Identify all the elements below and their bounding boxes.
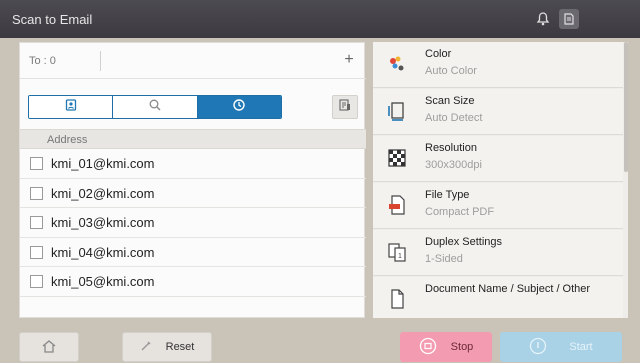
reset-icon — [140, 340, 152, 355]
home-button[interactable] — [19, 332, 79, 362]
stop-button[interactable]: Stop — [400, 332, 492, 362]
address-detail-icon — [338, 98, 352, 117]
color-icon — [385, 52, 409, 76]
home-icon — [41, 339, 57, 356]
setting-color[interactable]: Color Auto Color — [373, 42, 623, 88]
setting-document-name[interactable]: Document Name / Subject / Other — [373, 277, 623, 318]
pdf-file-icon — [385, 193, 409, 217]
setting-value: 1-Sided — [425, 253, 463, 265]
address-checkbox[interactable] — [30, 275, 43, 288]
address-column-label: Address — [47, 134, 88, 146]
bell-icon[interactable] — [532, 8, 554, 30]
start-icon — [529, 337, 547, 358]
start-label: Start — [569, 341, 593, 353]
list-item[interactable]: kmi_04@kmi.com — [20, 238, 366, 267]
reset-button[interactable]: Reset — [122, 332, 212, 362]
address-panel: To : 0 + Address kmi_01@kmi.com kmi_02@k… — [19, 42, 366, 318]
address-book-icon — [64, 98, 78, 117]
document-icon — [385, 287, 409, 311]
settings-scrollbar[interactable] — [624, 42, 628, 172]
setting-duplex[interactable]: 1 Duplex Settings 1-Sided — [373, 230, 623, 276]
setting-value: Auto Color — [425, 65, 477, 77]
address-checkbox[interactable] — [30, 157, 43, 170]
destination-count: To : 0 — [29, 55, 56, 67]
list-item[interactable]: kmi_05@kmi.com — [20, 267, 366, 297]
setting-name: Document Name / Subject / Other — [425, 283, 591, 295]
title-bar: Scan to Email — [0, 0, 640, 38]
reset-label: Reset — [165, 341, 195, 353]
list-item[interactable]: kmi_02@kmi.com — [20, 179, 366, 208]
tab-history[interactable] — [197, 96, 281, 118]
setting-value: 300x300dpi — [425, 159, 482, 171]
setting-scan-size[interactable]: Scan Size Auto Detect — [373, 89, 623, 135]
setting-name: Color — [425, 48, 452, 60]
address-email: kmi_04@kmi.com — [51, 244, 155, 260]
clock-icon — [232, 98, 246, 117]
search-icon — [148, 98, 162, 117]
address-email: kmi_02@kmi.com — [51, 185, 155, 201]
destination-field[interactable]: To : 0 + — [20, 43, 366, 79]
resolution-icon — [385, 146, 409, 170]
setting-resolution[interactable]: Resolution 300x300dpi — [373, 136, 623, 182]
setting-name: Resolution — [425, 142, 477, 154]
address-email: kmi_01@kmi.com — [51, 156, 155, 171]
plus-icon[interactable]: + — [340, 51, 358, 69]
tab-address-book[interactable] — [29, 96, 114, 118]
field-divider — [100, 51, 101, 71]
setting-name: Duplex Settings — [425, 236, 503, 248]
bottom-bar: Reset Stop Start — [0, 326, 640, 363]
stop-icon — [419, 337, 437, 358]
address-checkbox[interactable] — [30, 186, 43, 200]
duplex-icon: 1 — [385, 240, 409, 264]
start-button[interactable]: Start — [500, 332, 622, 362]
stop-label: Stop — [450, 341, 474, 353]
list-item[interactable]: kmi_01@kmi.com — [20, 149, 366, 179]
svg-text:1: 1 — [398, 253, 402, 260]
address-list: kmi_01@kmi.com kmi_02@kmi.com kmi_03@kmi… — [20, 149, 366, 297]
address-detail-button[interactable] — [332, 95, 358, 119]
address-checkbox[interactable] — [30, 216, 43, 229]
setting-value: Auto Detect — [425, 112, 483, 124]
window-title: Scan to Email — [12, 12, 93, 27]
setting-name: Scan Size — [425, 95, 475, 107]
setting-value: Compact PDF — [425, 206, 495, 218]
list-item[interactable]: kmi_03@kmi.com — [20, 208, 366, 238]
setting-file-type[interactable]: File Type Compact PDF — [373, 183, 623, 229]
address-checkbox[interactable] — [30, 245, 43, 259]
setting-name: File Type — [425, 189, 470, 201]
address-list-header: Address — [20, 129, 366, 149]
settings-icon[interactable] — [558, 8, 580, 30]
address-email: kmi_05@kmi.com — [51, 274, 155, 289]
address-tabs — [28, 95, 282, 119]
address-email: kmi_03@kmi.com — [51, 215, 155, 230]
tab-search[interactable] — [113, 96, 198, 118]
scan-settings-panel: Color Auto Color Scan Size Auto Detect R… — [373, 42, 628, 318]
scan-size-icon — [385, 99, 409, 123]
